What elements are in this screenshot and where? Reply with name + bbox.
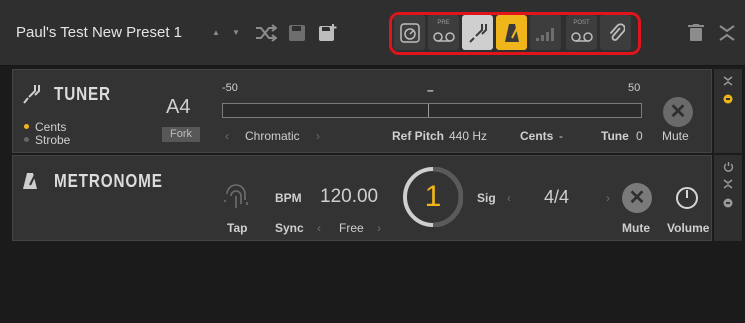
sig-next-chevron-icon[interactable]: › [606, 191, 610, 205]
post-label: POST [573, 20, 590, 26]
meter-icon [399, 22, 420, 43]
tape-icon [570, 31, 593, 42]
clip-module-button[interactable] [600, 15, 631, 50]
scale-type-value[interactable]: Chromatic [245, 129, 300, 143]
metronome-icon [22, 172, 38, 195]
scale-right-label: 50 [628, 82, 641, 94]
tap-label[interactable]: Tap [227, 221, 247, 235]
sync-value[interactable]: Free [339, 221, 364, 235]
pre-label: PRE [437, 20, 450, 26]
tuning-fork-icon [468, 23, 487, 43]
tuner-title: TUNER [54, 84, 111, 104]
metronome-mute-button[interactable]: ✕ [622, 183, 652, 213]
save-icon[interactable] [288, 23, 306, 43]
tuner-module-button[interactable] [462, 15, 493, 50]
collapse-icon[interactable] [722, 75, 734, 87]
sig-prev-chevron-icon[interactable]: ‹ [507, 191, 511, 205]
collapse-icon[interactable] [717, 23, 737, 43]
tuner-meter-module-button[interactable] [394, 15, 425, 50]
pre-tape-module-button[interactable]: PRE [428, 15, 459, 50]
tune-label: Tune [601, 129, 629, 143]
trash-icon[interactable] [687, 24, 705, 42]
cents-radio-dot[interactable] [24, 124, 29, 129]
ref-pitch-label: Ref Pitch [392, 129, 445, 143]
close-icon: ✕ [628, 187, 646, 209]
top-bar: Paul's Test New Preset 1 ▲ ▼ PRE POST [0, 0, 745, 66]
metronome-module-button[interactable] [496, 15, 527, 50]
save-as-icon[interactable] [318, 23, 338, 43]
cents-mode-option[interactable]: Cents [35, 120, 66, 134]
metronome-title: METRONOME [54, 171, 163, 191]
preset-name[interactable]: Paul's Test New Preset 1 [16, 24, 182, 41]
scale-left-label: -50 [222, 82, 238, 94]
tuner-mute-button[interactable]: ✕ [663, 97, 693, 127]
tape-icon [432, 31, 455, 42]
metronome-icon [504, 23, 519, 42]
strobe-mode-option[interactable]: Strobe [35, 133, 70, 147]
power-icon[interactable] [722, 160, 734, 172]
strobe-radio-dot[interactable] [24, 137, 29, 142]
close-icon: ✕ [669, 101, 687, 123]
tune-value[interactable]: 0 [636, 129, 643, 143]
preset-next-arrow-icon[interactable]: ▼ [231, 26, 241, 38]
tuner-meter [222, 103, 642, 118]
tuning-fork-icon [22, 83, 42, 110]
ref-pitch-value[interactable]: 440 Hz [449, 129, 487, 143]
scale-prev-chevron-icon[interactable]: ‹ [225, 129, 229, 143]
bypass-icon[interactable] [722, 197, 734, 209]
cents-label: Cents [520, 129, 554, 143]
shuffle-icon[interactable] [255, 23, 277, 43]
metronome-mute-label: Mute [622, 221, 650, 235]
center-marker: – [427, 83, 434, 97]
levels-module-button[interactable] [530, 15, 561, 50]
sync-prev-chevron-icon[interactable]: ‹ [317, 221, 321, 235]
sig-label: Sig [477, 191, 496, 205]
cents-value: - [559, 129, 563, 143]
note-display: A4 [166, 96, 191, 118]
bpm-value[interactable]: 120.00 [320, 186, 378, 208]
power-icon[interactable] [722, 93, 734, 105]
paperclip-icon [609, 22, 625, 41]
sig-value[interactable]: 4/4 [544, 187, 569, 208]
scale-next-chevron-icon[interactable]: › [316, 129, 320, 143]
preset-prev-arrow-icon[interactable]: ▲ [211, 26, 221, 38]
collapse-icon[interactable] [722, 178, 734, 190]
fork-button[interactable]: Fork [162, 127, 200, 142]
tuner-needle [428, 104, 429, 117]
volume-knob[interactable] [676, 187, 698, 209]
sync-label: Sync [275, 221, 304, 235]
beat-progress-arc [432, 167, 463, 227]
tuner-mute-label: Mute [662, 129, 689, 143]
sync-next-chevron-icon[interactable]: › [377, 221, 381, 235]
fingerprint-icon[interactable] [222, 182, 250, 217]
volume-label: Volume [667, 221, 710, 235]
post-tape-module-button[interactable]: POST [566, 15, 597, 50]
bpm-label: BPM [275, 191, 302, 205]
signal-bars-icon [535, 27, 554, 41]
